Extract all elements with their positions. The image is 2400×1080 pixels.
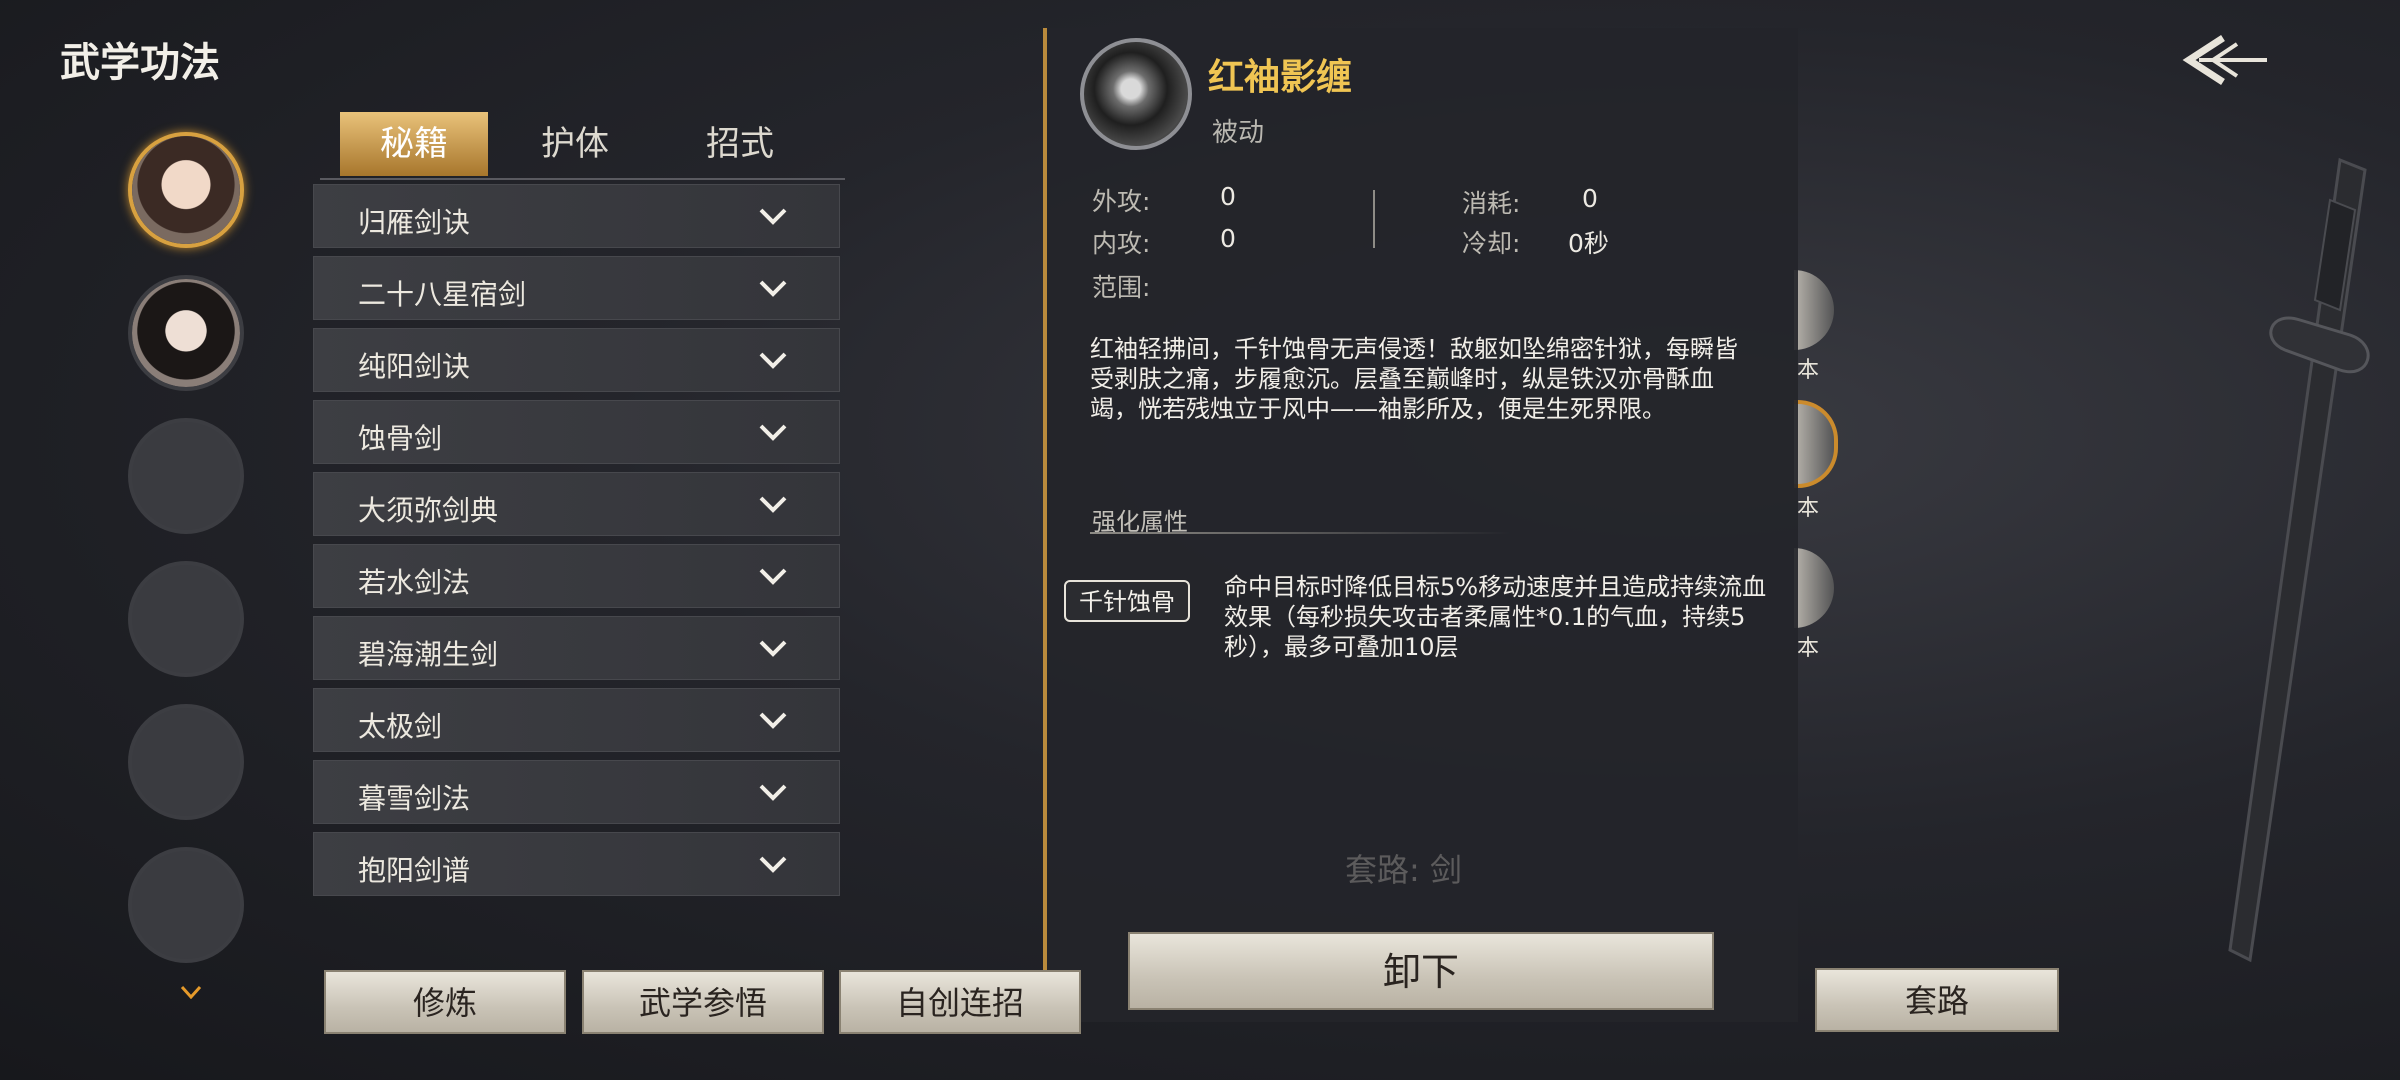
chevron-down-icon [759, 280, 787, 297]
xiulian-button[interactable]: 修炼 [324, 970, 566, 1034]
taolu-button[interactable]: 套路 [1815, 968, 2059, 1032]
list-item-label: 归雁剑诀 [358, 206, 471, 239]
character-avatar-list [128, 132, 258, 990]
tab-miji[interactable]: 秘籍 [340, 112, 488, 176]
avatar-empty-slot[interactable] [128, 561, 244, 677]
chevron-down-icon [759, 568, 787, 585]
skill-description: 红袖轻拂间，千针蚀骨无声侵透！敌躯如坠绵密针狱，每瞬皆受剥肤之痛，步履愈沉。层叠… [1090, 335, 1738, 423]
list-item-label: 若水剑法 [358, 566, 471, 599]
stat-waigong-label: 外攻: [1092, 187, 1151, 216]
side-slot-active[interactable] [1794, 400, 1838, 488]
stat-lengque-value: 0秒 [1568, 229, 1609, 258]
chevron-down-icon [759, 856, 787, 873]
section-divider [1090, 532, 1510, 534]
chevron-down-icon [759, 424, 787, 441]
tab-huti[interactable]: 护体 [505, 112, 645, 176]
skill-list: 归雁剑诀 二十八星宿剑 纯阳剑诀 蚀骨剑 大须弥剑典 若水剑法 碧海潮生剑 太极… [313, 184, 840, 904]
list-item[interactable]: 若水剑法 [313, 544, 840, 608]
side-slot[interactable] [1794, 548, 1834, 628]
background-watermark-text: 套路: 剑 [1345, 851, 1462, 889]
chevron-down-icon [759, 208, 787, 225]
side-slot-label: 本 [1797, 636, 1820, 661]
list-item[interactable]: 碧海潮生剑 [313, 616, 840, 680]
side-slot-label: 本 [1797, 496, 1820, 521]
stat-divider [1373, 190, 1375, 248]
back-arrow-icon[interactable] [2175, 30, 2275, 90]
unequip-button[interactable]: 卸下 [1128, 932, 1714, 1010]
list-item[interactable]: 暮雪剑法 [313, 760, 840, 824]
list-item[interactable]: 太极剑 [313, 688, 840, 752]
list-item[interactable]: 蚀骨剑 [313, 400, 840, 464]
list-item-label: 纯阳剑诀 [358, 350, 471, 383]
stat-neigong-value: 0 [1220, 224, 1236, 253]
list-item[interactable]: 归雁剑诀 [313, 184, 840, 248]
stat-fanwei-label: 范围: [1092, 273, 1151, 302]
stat-lengque-label: 冷却: [1462, 229, 1521, 258]
skill-type: 被动 [1212, 118, 1265, 148]
list-item-label: 二十八星宿剑 [358, 278, 527, 311]
list-item-label: 抱阳剑谱 [358, 854, 471, 887]
list-item[interactable]: 抱阳剑谱 [313, 832, 840, 896]
avatar-character-1[interactable] [128, 132, 244, 248]
chevron-down-icon [759, 784, 787, 801]
avatar-character-2[interactable] [128, 275, 244, 391]
stat-xiaohao-label: 消耗: [1462, 189, 1521, 218]
canwu-button[interactable]: 武学参悟 [582, 970, 824, 1034]
side-slot[interactable] [1794, 270, 1834, 350]
list-item[interactable]: 二十八星宿剑 [313, 256, 840, 320]
skill-icon [1080, 38, 1192, 150]
tab-zhaoshi[interactable]: 招式 [670, 112, 810, 176]
list-item[interactable]: 大须弥剑典 [313, 472, 840, 536]
scroll-down-arrow-icon[interactable] [180, 985, 202, 999]
list-item-label: 碧海潮生剑 [358, 638, 499, 671]
list-item-label: 暮雪剑法 [358, 782, 471, 815]
page-title: 武学功法 [60, 40, 220, 86]
effect-tag: 千针蚀骨 [1064, 580, 1190, 622]
side-slot-label: 本 [1797, 358, 1820, 383]
stat-waigong-value: 0 [1220, 182, 1236, 211]
chevron-down-icon [759, 496, 787, 513]
avatar-empty-slot[interactable] [128, 418, 244, 534]
chevron-down-icon [759, 712, 787, 729]
stat-neigong-label: 内攻: [1092, 229, 1151, 258]
skill-name: 红袖影缠 [1208, 57, 1353, 98]
sword-decoration-icon [2228, 157, 2370, 963]
avatar-empty-slot[interactable] [128, 847, 244, 963]
list-item[interactable]: 纯阳剑诀 [313, 328, 840, 392]
list-item-label: 蚀骨剑 [358, 422, 443, 455]
chevron-down-icon [759, 352, 787, 369]
chevron-down-icon [759, 640, 787, 657]
avatar-empty-slot[interactable] [128, 704, 244, 820]
list-item-label: 大须弥剑典 [358, 494, 499, 527]
effect-description: 命中目标时降低目标5%移动速度并且造成持续流血效果（每秒损失攻击者柔属性*0.1… [1224, 573, 1767, 661]
list-item-label: 太极剑 [358, 710, 443, 743]
category-tabs: 秘籍 护体 招式 [320, 110, 845, 180]
zichuang-button[interactable]: 自创连招 [839, 970, 1081, 1034]
stat-xiaohao-value: 0 [1582, 184, 1598, 213]
